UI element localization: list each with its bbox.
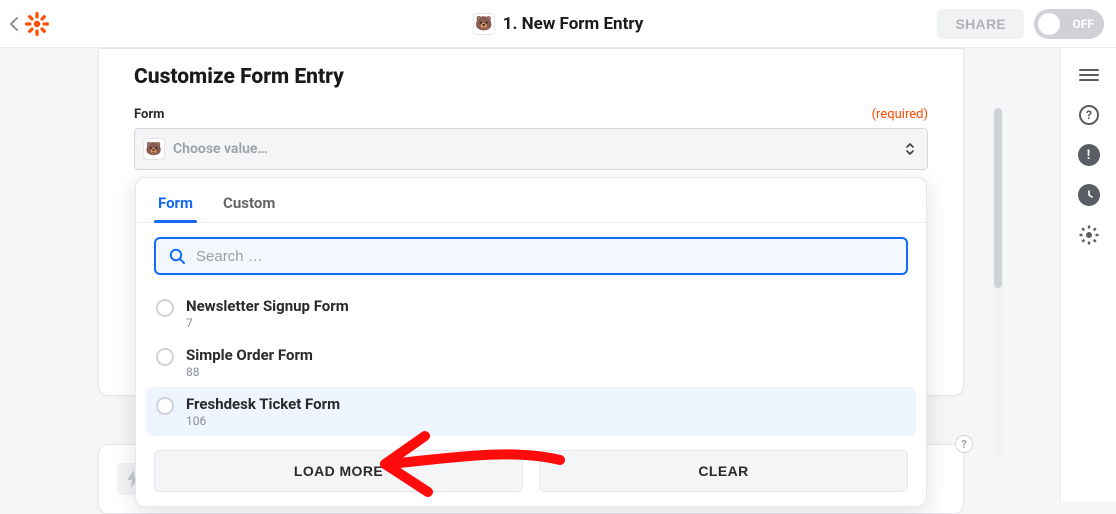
clock-icon[interactable] [1078, 184, 1100, 206]
search-input[interactable] [196, 248, 894, 265]
sort-icon [905, 142, 915, 156]
dropdown-popover: Form Custom Newsletter Signup Form 7 [135, 177, 927, 507]
svg-text:?: ? [1086, 108, 1092, 122]
option-title: Simple Order Form [186, 346, 313, 364]
toggle-knob [1038, 13, 1060, 35]
right-rail: ? ! [1060, 48, 1116, 502]
scrollbar-thumb[interactable] [994, 108, 1002, 288]
form-dropdown[interactable]: 🐻 Choose value… [134, 128, 928, 170]
clear-button[interactable]: CLEAR [539, 450, 908, 492]
options-list: Newsletter Signup Form 7 Simple Order Fo… [136, 285, 926, 444]
back-chevron-icon[interactable] [6, 12, 22, 36]
page-title: 1. New Form Entry [503, 14, 644, 34]
option-title: Newsletter Signup Form [186, 297, 349, 315]
publish-toggle[interactable]: OFF [1034, 9, 1104, 39]
tabs: Form Custom [136, 178, 926, 223]
radio-icon [156, 397, 174, 415]
option-newsletter-signup[interactable]: Newsletter Signup Form 7 [146, 289, 916, 338]
alert-icon[interactable]: ! [1078, 144, 1100, 166]
wpforms-icon: 🐻 [143, 138, 165, 160]
option-simple-order[interactable]: Simple Order Form 88 [146, 338, 916, 387]
dropdown-placeholder: Choose value… [173, 141, 268, 157]
app-icon: 🐻 [473, 13, 495, 35]
option-sub: 88 [186, 365, 313, 379]
help-icon[interactable]: ? [1078, 104, 1100, 126]
field-label-form: Form [134, 107, 164, 122]
load-more-button[interactable]: LOAD MORE [154, 450, 523, 492]
header-center: 🐻 1. New Form Entry [473, 13, 644, 35]
info-icon[interactable]: ? [955, 435, 973, 453]
option-title: Freshdesk Ticket Form [186, 395, 340, 413]
topbar: 🐻 1. New Form Entry SHARE OFF [0, 0, 1116, 48]
option-freshdesk-ticket[interactable]: Freshdesk Ticket Form 106 [146, 387, 916, 436]
menu-icon[interactable] [1078, 64, 1100, 86]
field-required: (required) [872, 107, 928, 122]
gear-icon[interactable] [1078, 224, 1100, 246]
option-sub: 7 [186, 316, 349, 330]
search-field[interactable] [154, 237, 908, 275]
tab-form[interactable]: Form [158, 194, 193, 222]
step-card: Customize Form Entry Form (required) 🐻 C… [98, 48, 964, 396]
zapier-logo-icon[interactable] [24, 11, 50, 37]
share-button[interactable]: SHARE [937, 9, 1024, 39]
radio-icon [156, 299, 174, 317]
tab-custom[interactable]: Custom [223, 194, 275, 222]
option-sub: 106 [186, 414, 340, 428]
card-heading: Customize Form Entry [134, 65, 928, 89]
search-icon [168, 247, 186, 265]
scrollbar[interactable] [994, 108, 1002, 458]
radio-icon [156, 348, 174, 366]
toggle-label: OFF [1073, 17, 1094, 31]
